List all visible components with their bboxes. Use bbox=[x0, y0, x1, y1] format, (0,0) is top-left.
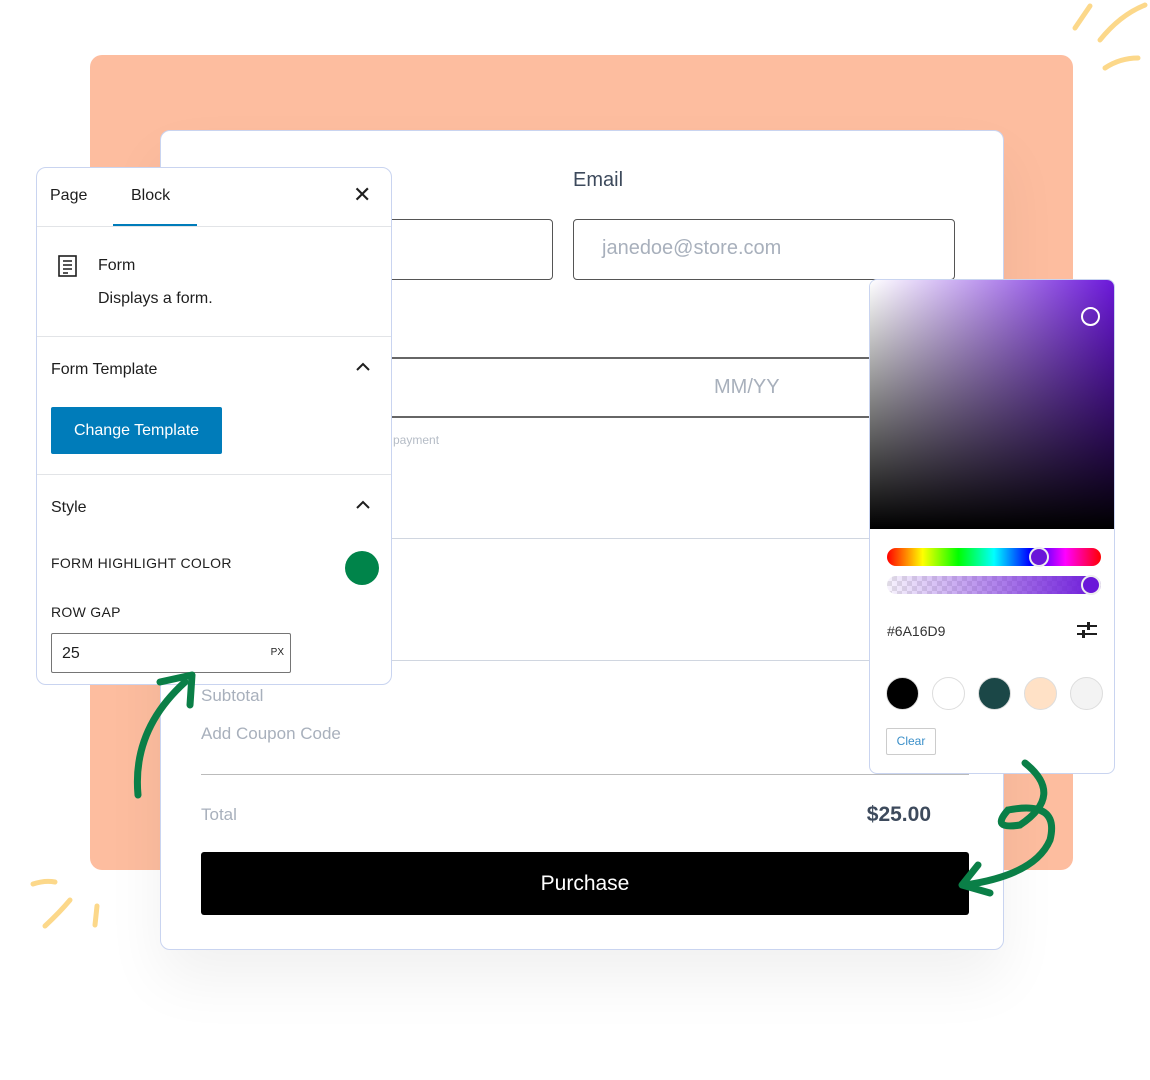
alpha-slider[interactable] bbox=[887, 575, 1101, 595]
alpha-handle[interactable] bbox=[1081, 575, 1101, 595]
clear-button[interactable]: Clear bbox=[886, 728, 936, 755]
arrow-annotation bbox=[958, 759, 1055, 897]
color-picker: #6A16D9 Clear bbox=[869, 279, 1115, 774]
decorative-strokes bbox=[1072, 2, 1148, 71]
hue-slider[interactable] bbox=[887, 547, 1101, 567]
tab-page[interactable]: Page bbox=[50, 187, 87, 205]
total-value: $25.00 bbox=[866, 803, 931, 826]
purchase-button[interactable]: Purchase bbox=[201, 852, 969, 915]
email-placeholder: janedoe@store.com bbox=[602, 237, 782, 259]
change-template-button[interactable]: Change Template bbox=[51, 407, 222, 454]
color-swatch[interactable] bbox=[978, 677, 1011, 710]
color-swatch[interactable] bbox=[886, 677, 919, 710]
hue-handle[interactable] bbox=[1028, 547, 1049, 567]
sliders-icon[interactable] bbox=[1076, 620, 1098, 640]
form-icon bbox=[58, 255, 77, 277]
color-swatch[interactable] bbox=[1070, 677, 1103, 710]
row-gap-label: ROW GAP bbox=[51, 604, 121, 620]
hex-value[interactable]: #6A16D9 bbox=[887, 623, 945, 639]
subtotal-label: Subtotal bbox=[201, 686, 264, 705]
row-gap-value: 25 bbox=[62, 645, 80, 662]
block-title: Form bbox=[98, 257, 136, 274]
swatch-list bbox=[886, 677, 1103, 710]
style-section: Style FORM HIGHLIGHT COLOR ROW GAP 25 PX bbox=[37, 474, 391, 684]
arrow-annotation bbox=[133, 671, 196, 799]
color-swatch[interactable] bbox=[1024, 677, 1057, 710]
section-title[interactable]: Style bbox=[51, 499, 87, 517]
close-icon[interactable]: ✕ bbox=[353, 182, 371, 208]
form-template-section: Form Template Change Template bbox=[37, 336, 391, 474]
expiry-placeholder: MM/YY bbox=[714, 376, 780, 398]
email-input[interactable]: janedoe@store.com bbox=[573, 219, 955, 280]
block-description: Displays a form. bbox=[98, 290, 213, 307]
highlight-color-label: FORM HIGHLIGHT COLOR bbox=[51, 555, 232, 571]
divider bbox=[201, 774, 969, 775]
color-swatch[interactable] bbox=[932, 677, 965, 710]
decorative-strokes bbox=[30, 878, 100, 929]
row-gap-unit[interactable]: PX bbox=[271, 647, 284, 658]
chevron-up-icon[interactable] bbox=[355, 361, 371, 373]
section-title[interactable]: Form Template bbox=[51, 361, 157, 379]
email-label: Email bbox=[573, 169, 624, 191]
highlight-color-swatch[interactable] bbox=[345, 551, 379, 585]
payment-note: payment bbox=[393, 433, 440, 447]
add-coupon-link[interactable]: Add Coupon Code bbox=[201, 724, 341, 744]
tab-block[interactable]: Block bbox=[131, 187, 170, 205]
block-settings-panel: Page Block ✕ Form Displays a form. Form … bbox=[36, 167, 392, 685]
chevron-up-icon[interactable] bbox=[355, 499, 371, 511]
saturation-handle[interactable] bbox=[1081, 307, 1100, 326]
saturation-area[interactable] bbox=[870, 280, 1114, 529]
block-info: Form Displays a form. bbox=[37, 226, 391, 336]
